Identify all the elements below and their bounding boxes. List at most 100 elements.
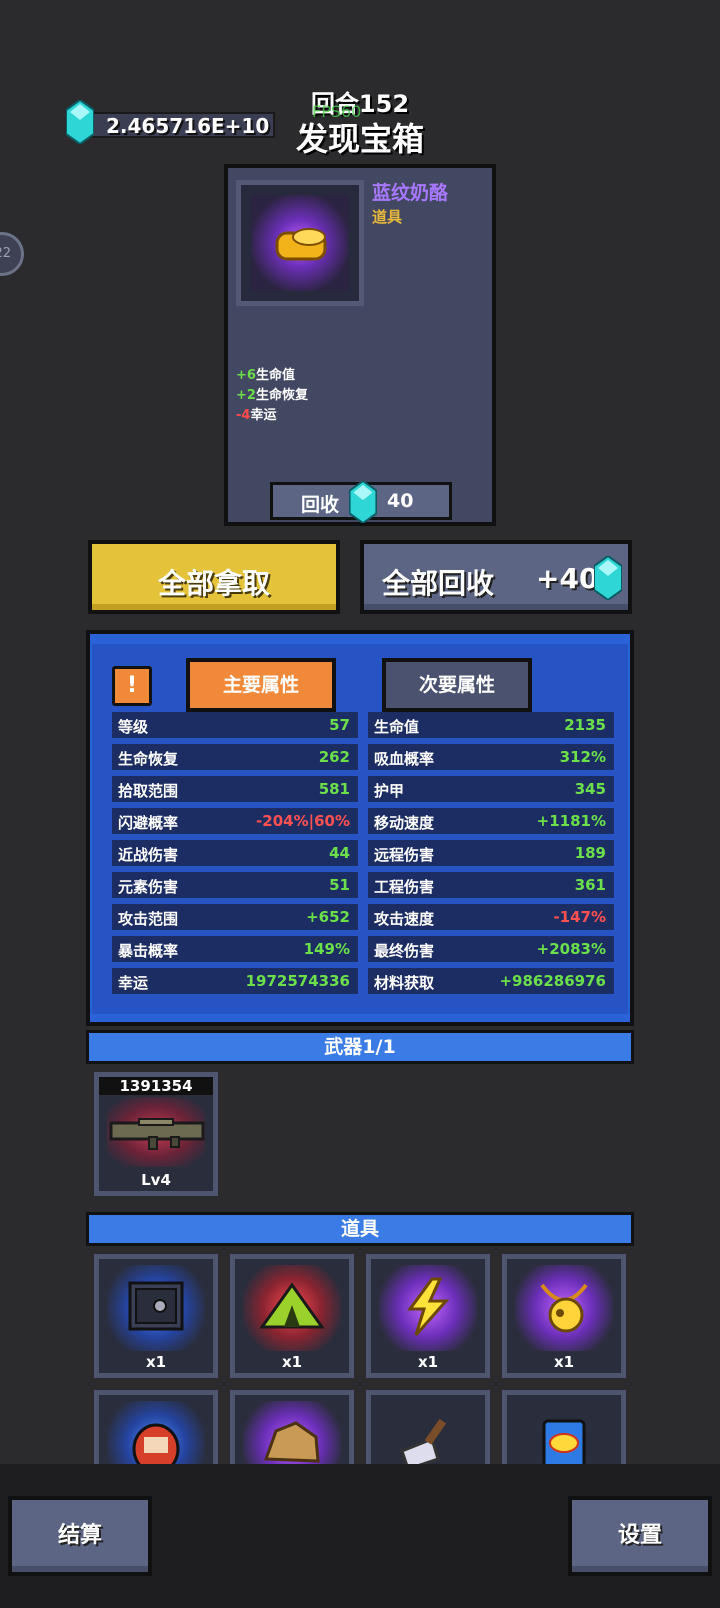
stat-value: 581 bbox=[318, 780, 350, 798]
stat-name: 远程伤害 bbox=[374, 846, 435, 864]
stat-name: 元素伤害 bbox=[118, 878, 179, 896]
prop-slot[interactable]: x1 bbox=[230, 1254, 354, 1378]
safe-icon bbox=[120, 1275, 192, 1343]
stat-name: 材料获取 bbox=[374, 974, 435, 992]
tab-secondary-attributes[interactable]: 次要属性 bbox=[382, 658, 532, 712]
item-stat-line: +6生命值 bbox=[236, 364, 295, 383]
recycle-all-label: 全部回收 bbox=[382, 567, 495, 600]
item-stat-line: -4幸运 bbox=[236, 404, 276, 423]
prop-quantity: x1 bbox=[281, 1353, 303, 1371]
item-stat-line: +2生命恢复 bbox=[236, 384, 308, 403]
stat-name: 近战伤害 bbox=[118, 846, 179, 864]
stat-name: 幸运 bbox=[118, 974, 149, 992]
item-stat-value: +6 bbox=[236, 368, 256, 383]
stat-name: 等级 bbox=[118, 718, 149, 736]
props-header: 道具 bbox=[86, 1212, 634, 1246]
recycle-all-amount: +40 bbox=[536, 562, 599, 595]
item-card: 蓝纹奶酪 道具 +6生命值 +2生命恢复 -4幸运 回收 40 bbox=[224, 164, 496, 526]
stat-row: 暴击概率 149% bbox=[112, 936, 358, 962]
item-name: 蓝纹奶酪 bbox=[372, 182, 449, 204]
item-stat-label: 幸运 bbox=[250, 408, 277, 423]
stat-value: 361 bbox=[574, 876, 606, 894]
prop-quantity: x1 bbox=[145, 1353, 167, 1371]
cheese-icon bbox=[275, 228, 327, 261]
warning-button[interactable]: ! bbox=[112, 666, 152, 706]
stat-value: 51 bbox=[329, 876, 350, 894]
stat-row: 移动速度 +1181% bbox=[368, 808, 614, 834]
take-all-button[interactable]: 全部拿取 bbox=[88, 540, 340, 614]
stat-value: 189 bbox=[574, 844, 606, 862]
stat-value: 345 bbox=[574, 780, 606, 798]
weapon-power: 1391354 bbox=[99, 1077, 213, 1095]
rocket-launcher-icon bbox=[109, 1118, 205, 1150]
stat-name: 攻击速度 bbox=[374, 910, 435, 928]
recycle-all-button[interactable]: 全部回收 +40 bbox=[360, 540, 632, 614]
side-level-badge[interactable]: 22 bbox=[0, 232, 24, 276]
stat-row: 远程伤害 189 bbox=[368, 840, 614, 866]
gem-icon bbox=[66, 100, 94, 144]
stat-name: 拾取范围 bbox=[118, 782, 179, 800]
prop-slot[interactable]: x1 bbox=[94, 1254, 218, 1378]
weapon-slot[interactable]: 1391354 Lv4 bbox=[94, 1072, 218, 1196]
recycle-label: 回收 bbox=[301, 494, 340, 516]
item-stat-label: 生命恢复 bbox=[255, 388, 308, 403]
stat-value: 262 bbox=[318, 748, 350, 766]
stat-value: -147% bbox=[553, 908, 606, 926]
stat-row: 生命恢复 262 bbox=[112, 744, 358, 770]
stat-row: 拾取范围 581 bbox=[112, 776, 358, 802]
item-stat-value: +2 bbox=[236, 388, 256, 403]
stat-name: 吸血概率 bbox=[374, 750, 435, 768]
item-stat-label: 生命值 bbox=[255, 368, 295, 383]
stat-value: 2135 bbox=[564, 716, 606, 734]
settle-button[interactable]: 结算 bbox=[8, 1496, 152, 1576]
stat-value: +652 bbox=[306, 908, 350, 926]
stat-value: -204%|60% bbox=[256, 812, 350, 830]
stat-row: 最终伤害 +2083% bbox=[368, 936, 614, 962]
prop-quantity: x1 bbox=[417, 1353, 439, 1371]
stat-value: +986286976 bbox=[499, 972, 606, 990]
stat-name: 工程伤害 bbox=[374, 878, 435, 896]
stat-name: 攻击范围 bbox=[118, 910, 179, 928]
lightning-icon bbox=[392, 1275, 464, 1343]
stat-row: 工程伤害 361 bbox=[368, 872, 614, 898]
stat-row: 材料获取 +986286976 bbox=[368, 968, 614, 994]
recycle-item-button[interactable]: 回收 40 bbox=[270, 481, 452, 523]
stat-row: 元素伤害 51 bbox=[112, 872, 358, 898]
settings-button[interactable]: 设置 bbox=[568, 1496, 712, 1576]
page-title: 发现宝箱 bbox=[295, 120, 424, 158]
tent-icon bbox=[256, 1275, 328, 1343]
stat-row: 攻击范围 +652 bbox=[112, 904, 358, 930]
item-icon-frame bbox=[236, 180, 364, 306]
stat-name: 最终伤害 bbox=[374, 942, 435, 960]
stat-value: 44 bbox=[329, 844, 350, 862]
tab-primary-attributes[interactable]: 主要属性 bbox=[186, 658, 336, 712]
gem-icon bbox=[594, 556, 622, 600]
stat-row: 幸运 1972574336 bbox=[112, 968, 358, 994]
stat-name: 生命恢复 bbox=[118, 750, 179, 768]
stat-row: 护甲 345 bbox=[368, 776, 614, 802]
stat-row: 等级 57 bbox=[112, 712, 358, 738]
prop-slot[interactable]: x1 bbox=[366, 1254, 490, 1378]
stat-value: 57 bbox=[329, 716, 350, 734]
weapons-header: 武器1/1 bbox=[86, 1030, 634, 1064]
item-stat-value: -4 bbox=[236, 408, 251, 423]
stat-value: 149% bbox=[303, 940, 350, 958]
stat-value: +1181% bbox=[536, 812, 606, 830]
stat-row: 闪避概率 -204%|60% bbox=[112, 808, 358, 834]
stat-value: +2083% bbox=[536, 940, 606, 958]
stat-name: 生命值 bbox=[374, 718, 420, 736]
stat-name: 护甲 bbox=[374, 782, 405, 800]
stat-row: 近战伤害 44 bbox=[112, 840, 358, 866]
prop-slot[interactable]: x1 bbox=[502, 1254, 626, 1378]
recycle-amount: 40 bbox=[387, 490, 414, 512]
gem-icon bbox=[349, 481, 377, 523]
stat-name: 暴击概率 bbox=[118, 942, 179, 960]
stat-value: 1972574336 bbox=[245, 972, 350, 990]
stat-value: 312% bbox=[559, 748, 606, 766]
stat-row: 攻击速度 -147% bbox=[368, 904, 614, 930]
stat-row: 生命值 2135 bbox=[368, 712, 614, 738]
weapon-level: Lv4 bbox=[141, 1171, 171, 1189]
take-all-label: 全部拿取 bbox=[157, 567, 270, 600]
stat-name: 移动速度 bbox=[374, 814, 435, 832]
currency-display: 2.465716E+10 bbox=[66, 100, 275, 144]
